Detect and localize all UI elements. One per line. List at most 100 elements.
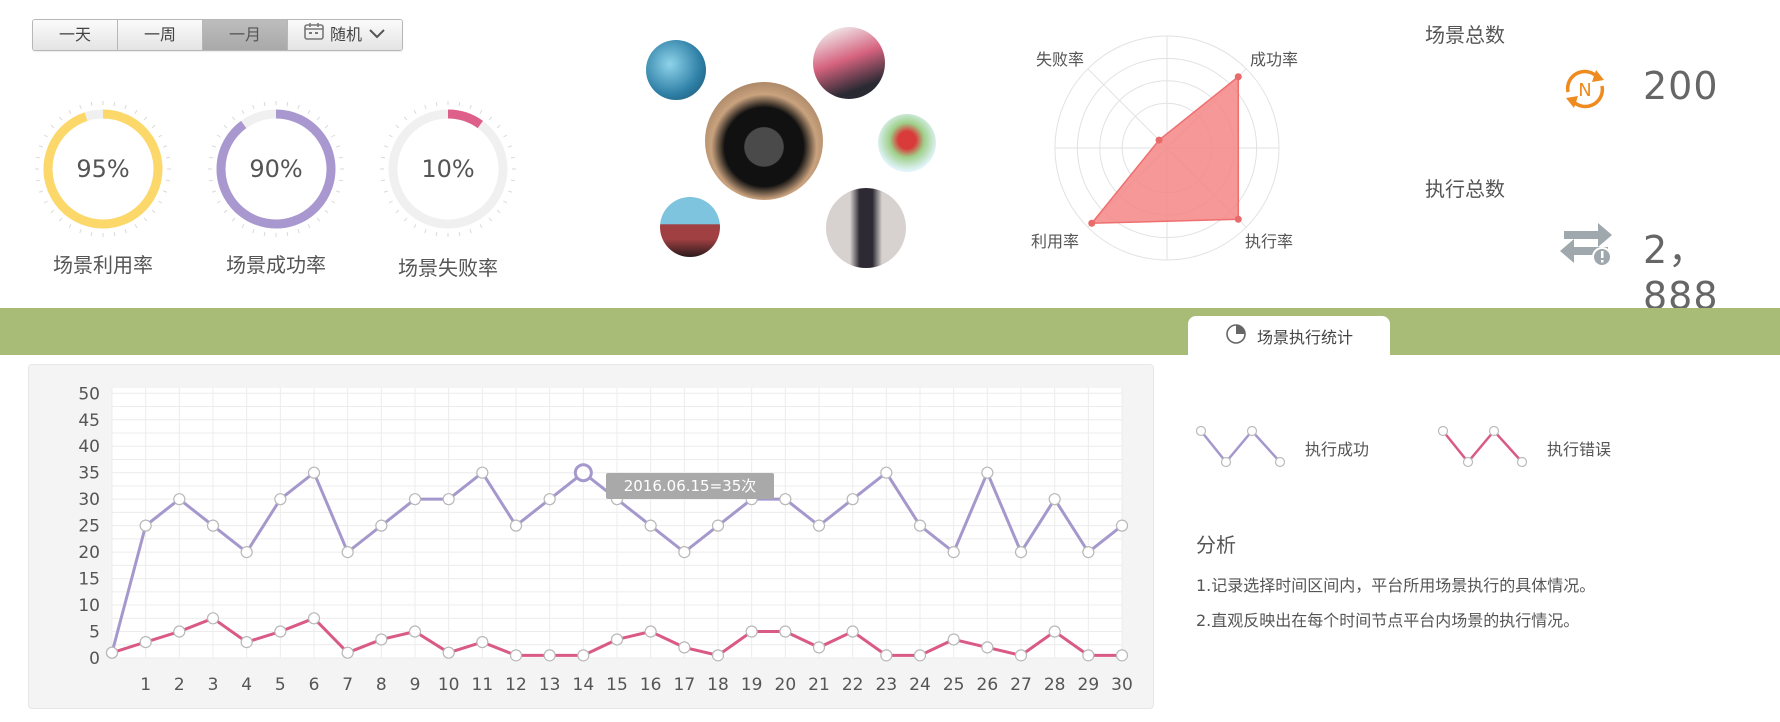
x-tick-label: 27 bbox=[1010, 675, 1032, 695]
error-point bbox=[913, 649, 927, 662]
x-tick-label: 16 bbox=[640, 675, 662, 695]
y-tick-label: 25 bbox=[78, 517, 100, 537]
error-point bbox=[981, 641, 994, 654]
x-tick-label: 2 bbox=[174, 675, 185, 695]
success-point bbox=[1048, 493, 1061, 506]
error-point bbox=[610, 633, 624, 646]
failure-value: 10% bbox=[421, 155, 475, 183]
finance-scene-image[interactable] bbox=[646, 40, 706, 100]
error-point bbox=[476, 636, 489, 649]
error-point bbox=[644, 625, 657, 638]
x-tick-label: 14 bbox=[573, 675, 595, 695]
error-point bbox=[1082, 649, 1095, 662]
range-day-button[interactable]: 一天 bbox=[33, 20, 118, 50]
x-tick-label: 29 bbox=[1078, 675, 1100, 695]
x-tick-label: 1 bbox=[140, 675, 151, 695]
legend-error-label: 执行错误 bbox=[1547, 440, 1612, 459]
graduation-scene-image[interactable] bbox=[660, 197, 720, 257]
legend-success-icon bbox=[1195, 425, 1286, 476]
driving-scene-image[interactable] bbox=[705, 82, 823, 200]
error-point bbox=[543, 649, 556, 662]
random-date-dropdown[interactable]: 随机 bbox=[288, 20, 402, 50]
x-tick-label: 8 bbox=[376, 675, 387, 695]
shopping-scene-image[interactable] bbox=[826, 188, 906, 268]
scene-total-value: 200 bbox=[1643, 64, 1719, 108]
success-point bbox=[173, 493, 186, 506]
success-point bbox=[812, 519, 826, 532]
car-scene-image[interactable] bbox=[878, 114, 936, 172]
radar-point bbox=[1234, 215, 1242, 223]
success-point bbox=[1082, 546, 1095, 559]
error-point bbox=[577, 649, 590, 662]
gauge-success: 90% bbox=[206, 99, 346, 243]
y-tick-label: 50 bbox=[78, 384, 100, 404]
success-point bbox=[543, 493, 556, 506]
y-tick-label: 5 bbox=[89, 623, 100, 643]
range-month-button[interactable]: 一月 bbox=[203, 20, 288, 50]
success-point bbox=[711, 519, 725, 532]
y-tick-label: 10 bbox=[78, 596, 100, 616]
success-point bbox=[913, 519, 927, 532]
error-point bbox=[846, 625, 859, 638]
x-tick-label: 7 bbox=[342, 675, 353, 695]
success-point bbox=[779, 493, 792, 506]
x-tick-label: 17 bbox=[674, 675, 696, 695]
success-point bbox=[307, 466, 321, 479]
success-point bbox=[139, 519, 152, 532]
x-tick-label: 24 bbox=[909, 675, 931, 695]
error-point bbox=[375, 633, 388, 646]
analysis-note-2: 2.直观反映出在每个时间节点平台内场景的执行情况。 bbox=[1196, 611, 1580, 630]
success-point bbox=[644, 519, 657, 532]
tab-scene-execution-stats[interactable]: 场景执行统计 bbox=[1188, 316, 1390, 355]
x-tick-label: 20 bbox=[775, 675, 797, 695]
error-point bbox=[947, 633, 960, 646]
x-tick-label: 3 bbox=[208, 675, 219, 695]
error-point bbox=[678, 641, 691, 654]
success-point bbox=[442, 493, 455, 506]
error-point bbox=[173, 625, 186, 638]
error-point bbox=[307, 612, 321, 625]
error-point bbox=[442, 646, 455, 659]
calendar-icon bbox=[304, 20, 324, 50]
x-tick-label: 13 bbox=[539, 675, 561, 695]
radar-axis bbox=[1087, 68, 1168, 149]
success-point bbox=[678, 546, 691, 559]
gauge-failure: 10% bbox=[378, 99, 518, 243]
x-tick-label: 4 bbox=[241, 675, 252, 695]
execution-total-value: 2，888 bbox=[1643, 228, 1719, 318]
tab-label: 场景执行统计 bbox=[1256, 327, 1353, 347]
error-point bbox=[745, 625, 758, 638]
success-point bbox=[846, 493, 859, 506]
credit-card-scene-image[interactable] bbox=[813, 27, 885, 99]
success-point bbox=[341, 546, 354, 559]
y-tick-label: 45 bbox=[78, 411, 100, 431]
y-tick-label: 40 bbox=[78, 437, 100, 457]
legend-error-icon bbox=[1437, 425, 1528, 476]
x-tick-label: 18 bbox=[707, 675, 729, 695]
analysis-note-1: 1.记录选择时间区间内，平台所用场景执行的具体情况。 bbox=[1196, 576, 1596, 595]
x-tick-label: 11 bbox=[472, 675, 494, 695]
success-point bbox=[476, 466, 489, 479]
success-point bbox=[408, 493, 422, 506]
random-label: 随机 bbox=[329, 25, 362, 44]
error-point bbox=[1048, 625, 1061, 638]
failure-label: 场景失败率 bbox=[398, 256, 498, 280]
radar-label-execution-rate: 执行率 bbox=[1245, 232, 1294, 251]
scene-total-title: 场景总数 bbox=[1425, 23, 1505, 47]
range-week-button[interactable]: 一周 bbox=[118, 20, 203, 50]
error-point bbox=[779, 625, 792, 638]
y-tick-label: 20 bbox=[78, 543, 100, 563]
gauge-utilization: 95% bbox=[33, 99, 173, 243]
error-point bbox=[711, 649, 725, 662]
execution-line-chart: 051015202530354045501 2 3 4 5 6 7 8 9 10 11 12 13 14 1… bbox=[78, 384, 1132, 695]
error-point bbox=[1115, 649, 1129, 662]
x-tick-label: 19 bbox=[741, 675, 763, 695]
chevron-down-icon bbox=[368, 20, 386, 50]
x-tick-label: 5 bbox=[275, 675, 286, 695]
x-tick-label: 10 bbox=[438, 675, 460, 695]
radar-point bbox=[1088, 219, 1096, 227]
error-point bbox=[1014, 649, 1028, 662]
section-header-band bbox=[0, 308, 1780, 355]
x-tick-label: 15 bbox=[606, 675, 628, 695]
success-point bbox=[880, 466, 893, 479]
